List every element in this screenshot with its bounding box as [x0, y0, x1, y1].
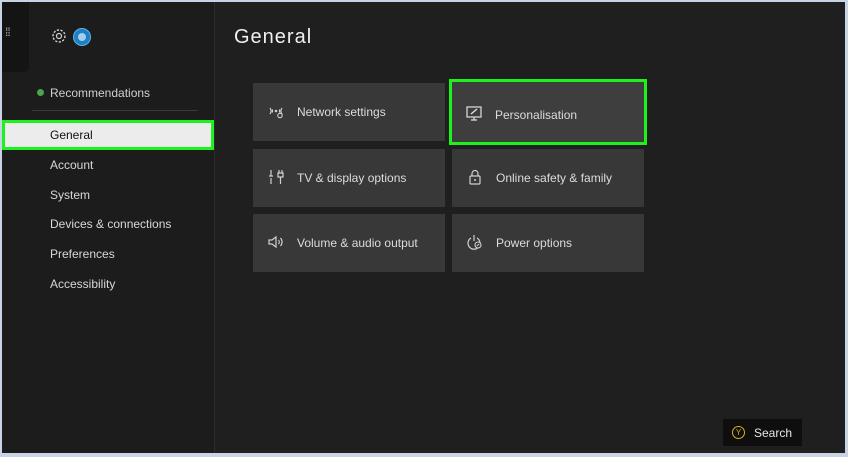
tile-label: TV & display options	[297, 171, 407, 185]
power-icon	[467, 235, 482, 250]
page-title: General	[234, 26, 313, 48]
guide-tab[interactable]: ⁞⁞	[2, 2, 29, 72]
tile-label: Volume & audio output	[297, 236, 418, 250]
search-label: Search	[754, 426, 793, 440]
sidebar-item-accessibility[interactable]: Accessibility	[2, 269, 214, 299]
sidebar-divider	[32, 110, 198, 111]
avatar[interactable]	[73, 28, 91, 46]
sidebar-item-label: Preferences	[50, 247, 115, 261]
search-button[interactable]: Y Search	[723, 419, 802, 446]
tile-personalisation[interactable]: Personalisation	[449, 79, 647, 145]
network-icon	[269, 107, 283, 119]
recommendations-label: Recommendations	[50, 86, 151, 100]
settings-window: ⁞⁞ Recommendations General Account Syste…	[2, 2, 845, 453]
tile-tv-display-options[interactable]: TV & display options	[253, 149, 445, 207]
sidebar-item-label: General	[50, 128, 93, 142]
lock-icon	[469, 169, 481, 185]
sidebar-item-preferences[interactable]: Preferences	[2, 239, 214, 269]
sidebar-item-label: Devices & connections	[50, 217, 172, 231]
sidebar-recommendations[interactable]: Recommendations	[37, 86, 150, 100]
personalisation-icon	[466, 106, 482, 121]
tile-network-settings[interactable]: Network settings	[253, 83, 445, 141]
tile-power-options[interactable]: Power options	[452, 214, 644, 272]
sidebar-item-label: System	[50, 188, 91, 202]
sidebar-item-system[interactable]: System	[2, 180, 214, 210]
gear-icon[interactable]	[49, 26, 69, 46]
sidebar-item-account[interactable]: Account	[2, 150, 214, 180]
speaker-icon	[268, 235, 283, 249]
tile-label: Online safety & family	[496, 171, 613, 185]
sidebar-item-general[interactable]: General	[2, 120, 214, 150]
tile-label: Personalisation	[495, 108, 578, 122]
tile-label: Network settings	[297, 105, 386, 119]
sidebar: ⁞⁞ Recommendations General Account Syste…	[2, 2, 215, 453]
sidebar-item-label: Account	[50, 158, 94, 172]
y-button-icon: Y	[732, 426, 745, 439]
tile-label: Power options	[496, 236, 573, 250]
tile-online-safety-family[interactable]: Online safety & family	[452, 149, 644, 207]
grip-icon: ⁞⁞	[5, 25, 11, 39]
sidebar-item-devices-connections[interactable]: Devices & connections	[2, 209, 214, 239]
sidebar-item-label: Accessibility	[50, 277, 116, 291]
tv-display-icon	[269, 170, 284, 184]
tile-volume-audio-output[interactable]: Volume & audio output	[253, 214, 445, 272]
status-dot-icon	[37, 89, 44, 97]
